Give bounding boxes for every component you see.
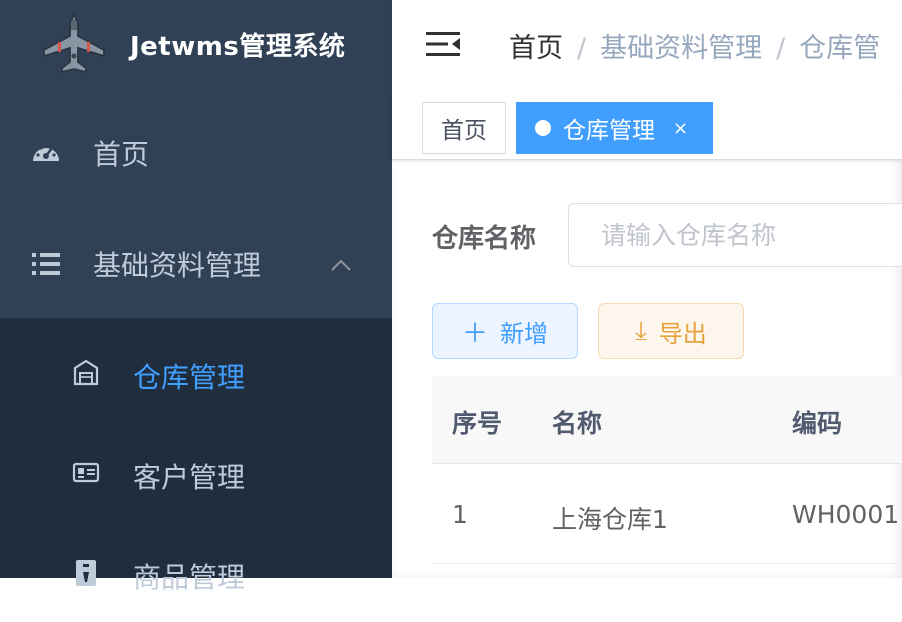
submenu-warehouse-label: 仓库管理 — [133, 361, 246, 394]
menu-home-label: 首页 — [93, 138, 150, 171]
cell-name: 上海仓库1 — [552, 505, 668, 534]
column-header-name[interactable]: 名称 — [552, 404, 602, 440]
menu-item-basic-data[interactable]: 基础资料管理 — [0, 208, 392, 320]
dashboard-icon — [33, 146, 59, 161]
breadcrumb-home[interactable]: 首页 — [509, 33, 563, 64]
navbar: 首页 / 基础资料管理 / 仓库管 — [392, 0, 902, 92]
submenu-customer-label: 客户管理 — [133, 461, 246, 494]
warehouse-table: 序号 名称 编码 1 上海仓库1 WH0001 — [432, 376, 902, 564]
close-icon[interactable]: × — [673, 118, 688, 139]
sidebar: Jetwms管理系统 首页 基础资料管理 仓库管理 客户管理 商品管理 — [0, 0, 392, 594]
submenu-item-warehouse[interactable]: 仓库管理 — [0, 322, 392, 422]
table-row[interactable]: 1 上海仓库1 WH0001 — [432, 464, 902, 564]
plus-icon: ＋ — [461, 318, 488, 349]
breadcrumb-basic-data[interactable]: 基础资料管理 — [600, 33, 762, 64]
breadcrumb: 首页 / 基础资料管理 / 仓库管 — [509, 26, 880, 65]
download-icon: ⤓ — [635, 315, 647, 346]
column-header-code[interactable]: 编码 — [792, 404, 842, 440]
table-header: 序号 名称 编码 — [432, 376, 902, 464]
active-dot-icon — [535, 120, 551, 136]
app-title: Jetwms管理系统 — [130, 32, 346, 62]
tag-home[interactable]: 首页 — [422, 102, 506, 154]
goods-icon — [76, 560, 96, 586]
menu-basic-data-label: 基础资料管理 — [93, 249, 262, 282]
tags-view: 首页 仓库管理 × — [392, 92, 902, 160]
breadcrumb-separator: / — [776, 33, 786, 64]
submenu-item-goods[interactable]: 商品管理 — [0, 522, 392, 622]
submenu-basic-data: 仓库管理 客户管理 商品管理 — [0, 318, 392, 594]
tag-warehouse-active[interactable]: 仓库管理 × — [516, 102, 713, 154]
jet-plane-logo-icon — [43, 12, 105, 74]
breadcrumb-warehouse: 仓库管 — [799, 33, 881, 64]
add-button[interactable]: ＋ 新增 — [432, 303, 578, 359]
submenu-goods-label: 商品管理 — [133, 561, 246, 594]
column-header-index[interactable]: 序号 — [452, 404, 502, 440]
warehouse-name-search-input[interactable] — [568, 203, 902, 267]
export-button[interactable]: ⤓ 导出 — [598, 303, 744, 359]
menu-item-home[interactable]: 首页 — [0, 97, 392, 209]
add-button-label: 新增 — [500, 319, 548, 348]
chevron-up-icon — [331, 259, 351, 271]
submenu-item-customer[interactable]: 客户管理 — [0, 422, 392, 522]
logo-area[interactable]: Jetwms管理系统 — [0, 0, 392, 88]
id-card-icon — [72, 462, 100, 483]
warehouse-icon — [73, 359, 99, 386]
cell-code: WH0001 — [792, 500, 900, 529]
hamburger-fold-icon[interactable] — [426, 30, 460, 58]
main-content: 首页 / 基础资料管理 / 仓库管 首页 仓库管理 × 仓库名称 ＋ 新增 ⤓ 导出 序… — [392, 0, 902, 578]
filter-warehouse-name-label: 仓库名称 — [432, 224, 537, 254]
export-button-label: 导出 — [658, 319, 707, 348]
breadcrumb-separator: / — [577, 33, 587, 64]
cell-index: 1 — [452, 500, 468, 529]
tag-warehouse-label: 仓库管理 — [563, 118, 655, 144]
list-icon — [32, 253, 60, 275]
